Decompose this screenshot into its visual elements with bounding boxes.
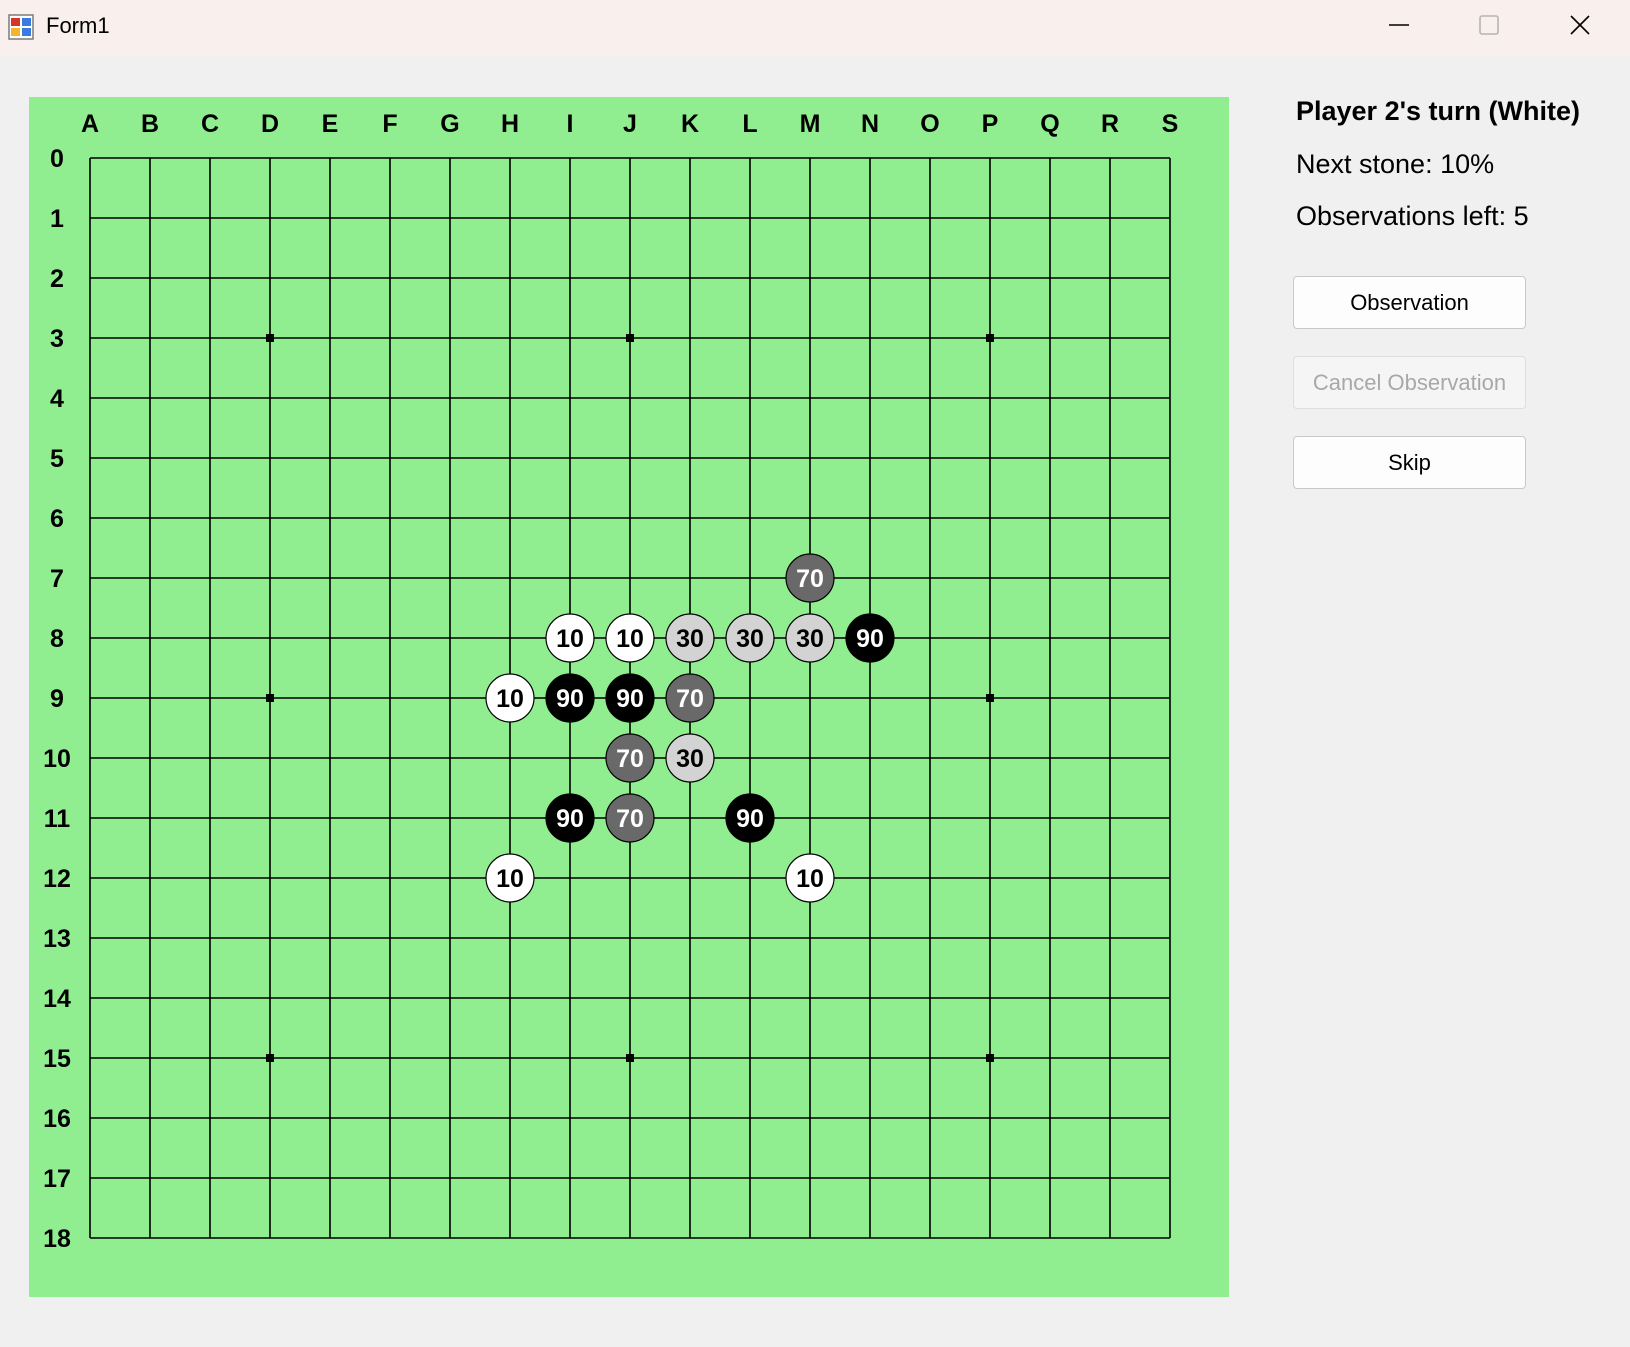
stone-label: 30: [736, 625, 764, 653]
stone-label: 90: [556, 805, 584, 833]
stone: 10: [485, 673, 535, 723]
maximize-button[interactable]: [1444, 0, 1534, 50]
stone-label: 10: [556, 625, 584, 653]
stone: 70: [665, 673, 715, 723]
stone: 90: [845, 613, 895, 663]
stone-label: 90: [856, 625, 884, 653]
stone: 90: [725, 793, 775, 843]
column-label: P: [982, 110, 999, 138]
stone-label: 10: [616, 625, 644, 653]
row-label: 9: [50, 685, 64, 713]
row-label: 12: [43, 865, 71, 893]
title-bar: Form1: [0, 0, 1630, 56]
stone-label: 10: [496, 865, 524, 893]
stone: 10: [785, 853, 835, 903]
skip-button[interactable]: Skip: [1293, 436, 1526, 489]
column-label: B: [141, 110, 159, 138]
column-label: M: [800, 110, 821, 138]
cancel-observation-button[interactable]: Cancel Observation: [1293, 356, 1526, 409]
row-label: 17: [43, 1165, 71, 1193]
row-label: 1: [50, 205, 64, 233]
board-canvas[interactable]: A B C D E F G H I J K L M N O P Q R S012345678910111213141…: [29, 97, 1229, 1297]
stone: 30: [665, 733, 715, 783]
stone: 90: [545, 793, 595, 843]
stone: 70: [605, 733, 655, 783]
column-label: H: [501, 110, 519, 138]
stone: 90: [545, 673, 595, 723]
row-label: 11: [44, 805, 71, 833]
stone: 90: [605, 673, 655, 723]
stone-label: 10: [796, 865, 824, 893]
star-point: [266, 694, 274, 702]
column-label: K: [681, 110, 699, 138]
minimize-icon: [1389, 24, 1409, 26]
star-point: [986, 694, 994, 702]
column-label: F: [382, 110, 397, 138]
go-board[interactable]: A B C D E F G H I J K L M N O P Q R S 0 1 2 3 4 5 6 7 8 9 10 11 12 13 14 1…: [29, 97, 1229, 1297]
minimize-button[interactable]: [1354, 0, 1444, 50]
close-icon: [1570, 15, 1590, 35]
star-point: [626, 334, 634, 342]
column-label: C: [201, 110, 219, 138]
stone-label: 30: [676, 745, 704, 773]
stone: 30: [785, 613, 835, 663]
row-label: 7: [50, 565, 64, 593]
stone: 10: [605, 613, 655, 663]
column-label: R: [1101, 110, 1119, 138]
stone: 30: [725, 613, 775, 663]
column-label: A: [81, 110, 99, 138]
stone-label: 30: [676, 625, 704, 653]
stone: 10: [545, 613, 595, 663]
column-label: E: [322, 110, 339, 138]
row-label: 6: [50, 505, 64, 533]
star-point: [986, 334, 994, 342]
stone-label: 70: [796, 565, 824, 593]
row-label: 0: [50, 145, 64, 173]
column-label: I: [567, 110, 574, 138]
stone: 30: [665, 613, 715, 663]
column-label: L: [742, 110, 757, 138]
star-point: [266, 334, 274, 342]
stone-label: 10: [496, 685, 524, 713]
column-label: D: [261, 110, 279, 138]
star-point: [626, 1054, 634, 1062]
turn-status: Player 2's turn (White): [1296, 96, 1580, 126]
row-label: 16: [43, 1105, 71, 1133]
column-label: N: [861, 110, 879, 138]
close-button[interactable]: [1535, 0, 1625, 50]
maximize-icon: [1479, 15, 1499, 35]
stone-label: 30: [796, 625, 824, 653]
window-title: Form1: [46, 13, 110, 38]
next-stone-status: Next stone: 10%: [1296, 149, 1495, 179]
star-point: [986, 1054, 994, 1062]
stone: 10: [485, 853, 535, 903]
row-label: 5: [50, 445, 64, 473]
row-label: 2: [50, 265, 64, 293]
row-label: 8: [50, 625, 64, 653]
observation-button[interactable]: Observation: [1293, 276, 1526, 329]
stone-label: 70: [616, 805, 644, 833]
stone: 70: [605, 793, 655, 843]
row-label: 10: [43, 745, 71, 773]
observations-left-status: Observations left: 5: [1296, 201, 1529, 231]
row-label: 15: [43, 1045, 71, 1073]
row-label: 3: [50, 325, 64, 353]
column-label: S: [1162, 110, 1179, 138]
row-label: 4: [50, 385, 64, 413]
column-label: G: [440, 110, 459, 138]
column-label: J: [623, 110, 637, 138]
row-label: 18: [43, 1225, 71, 1253]
star-point: [266, 1054, 274, 1062]
stone-label: 90: [616, 685, 644, 713]
winforms-app-icon: [8, 14, 34, 40]
stone-label: 90: [736, 805, 764, 833]
column-label: Q: [1040, 110, 1059, 138]
stone-label: 70: [616, 745, 644, 773]
stone-label: 70: [676, 685, 704, 713]
stone-label: 90: [556, 685, 584, 713]
row-label: 14: [43, 985, 71, 1013]
column-label: O: [920, 110, 939, 138]
row-label: 13: [43, 925, 71, 953]
stone: 70: [785, 553, 835, 603]
